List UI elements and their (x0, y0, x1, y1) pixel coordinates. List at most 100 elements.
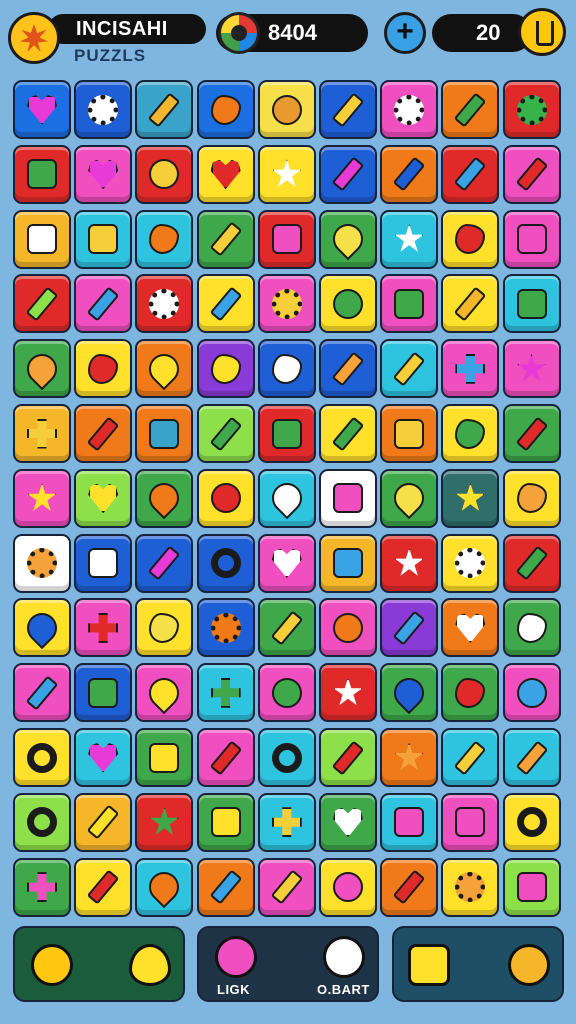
game-tile[interactable] (257, 598, 316, 658)
game-tile[interactable] (196, 857, 255, 917)
game-tile[interactable] (319, 598, 377, 658)
game-tile[interactable] (13, 792, 71, 852)
game-tile[interactable] (135, 209, 194, 269)
game-tile[interactable] (135, 792, 194, 852)
game-tile[interactable] (441, 598, 500, 658)
game-tile[interactable] (502, 404, 561, 463)
game-tile[interactable] (319, 792, 377, 852)
game-tile[interactable] (135, 339, 194, 399)
game-tile[interactable] (135, 598, 194, 658)
game-tile[interactable] (257, 857, 316, 917)
game-tile[interactable] (257, 468, 316, 528)
game-tile[interactable] (13, 598, 71, 658)
game-tile[interactable] (502, 339, 561, 399)
game-tile[interactable] (13, 339, 71, 399)
game-tile[interactable] (502, 598, 561, 658)
cheese-icon[interactable] (408, 944, 450, 986)
game-tile[interactable] (319, 728, 377, 787)
heart-icon[interactable] (129, 944, 171, 986)
game-tile[interactable] (380, 663, 439, 723)
game-tile[interactable] (257, 663, 316, 723)
game-tile[interactable] (257, 80, 316, 139)
game-tile[interactable] (74, 80, 133, 139)
game-tile[interactable] (380, 144, 439, 204)
game-tile[interactable] (13, 209, 71, 269)
game-tile[interactable] (257, 404, 316, 463)
game-tile[interactable] (257, 144, 316, 204)
game-tile[interactable] (380, 80, 439, 139)
bottom-panel-left[interactable] (13, 926, 185, 1002)
game-tile[interactable] (74, 404, 133, 463)
game-tile[interactable] (380, 404, 439, 463)
game-tile[interactable] (319, 533, 377, 593)
game-tile[interactable] (441, 404, 500, 463)
game-tile[interactable] (380, 728, 439, 787)
game-tile[interactable] (257, 274, 316, 334)
game-tile[interactable] (380, 598, 439, 658)
game-tile[interactable] (13, 857, 71, 917)
game-tile[interactable] (257, 728, 316, 787)
game-tile[interactable] (13, 80, 71, 139)
game-tile[interactable] (74, 144, 133, 204)
game-tile[interactable] (319, 209, 377, 269)
game-tile[interactable] (380, 533, 439, 593)
game-tile[interactable] (441, 857, 500, 917)
game-tile[interactable] (74, 792, 133, 852)
game-tile[interactable] (319, 663, 377, 723)
game-tile[interactable] (257, 339, 316, 399)
game-tile[interactable] (502, 533, 561, 593)
add-coins-button[interactable]: + (384, 12, 426, 54)
spiral-icon[interactable] (508, 944, 550, 986)
game-tile[interactable] (441, 728, 500, 787)
game-tile[interactable] (441, 468, 500, 528)
game-tile[interactable] (380, 468, 439, 528)
game-tile[interactable] (135, 144, 194, 204)
game-tile[interactable] (74, 339, 133, 399)
game-tile[interactable] (135, 728, 194, 787)
game-tile[interactable] (319, 274, 377, 334)
game-tile[interactable] (74, 468, 133, 528)
game-tile[interactable] (502, 857, 561, 917)
game-tile[interactable] (319, 404, 377, 463)
game-tile[interactable] (196, 663, 255, 723)
game-tile[interactable] (135, 468, 194, 528)
game-tile[interactable] (74, 663, 133, 723)
game-tile[interactable] (319, 339, 377, 399)
game-tile[interactable] (502, 144, 561, 204)
game-tile[interactable] (13, 274, 71, 334)
game-tile[interactable] (502, 792, 561, 852)
game-tile[interactable] (380, 792, 439, 852)
target-icon[interactable] (323, 936, 365, 978)
bottom-panel-middle[interactable]: LIGK O.BART (197, 926, 379, 1002)
game-tile[interactable] (502, 728, 561, 787)
bomb-icon[interactable] (31, 944, 73, 986)
game-tile[interactable] (13, 663, 71, 723)
game-tile[interactable] (196, 468, 255, 528)
game-tile[interactable] (74, 857, 133, 917)
game-tile[interactable] (319, 468, 377, 528)
game-tile[interactable] (502, 468, 561, 528)
game-tile[interactable] (135, 274, 194, 334)
game-tile[interactable] (380, 274, 439, 334)
game-tile[interactable] (380, 857, 439, 917)
game-tile[interactable] (319, 80, 377, 139)
game-tile[interactable] (196, 274, 255, 334)
game-tile[interactable] (135, 533, 194, 593)
game-tile[interactable] (441, 209, 500, 269)
bottom-panel-right[interactable] (392, 926, 564, 1002)
game-tile[interactable] (135, 857, 194, 917)
game-tile[interactable] (196, 209, 255, 269)
game-tile[interactable] (196, 792, 255, 852)
game-tile[interactable] (74, 728, 133, 787)
game-tile[interactable] (441, 663, 500, 723)
game-tile[interactable] (196, 598, 255, 658)
game-tile[interactable] (441, 144, 500, 204)
game-tile[interactable] (135, 663, 194, 723)
game-tile[interactable] (74, 533, 133, 593)
game-tile[interactable] (441, 339, 500, 399)
game-tile[interactable] (135, 80, 194, 139)
game-tile[interactable] (380, 209, 439, 269)
game-tile[interactable] (502, 80, 561, 139)
game-tile[interactable] (319, 857, 377, 917)
game-tile[interactable] (196, 339, 255, 399)
